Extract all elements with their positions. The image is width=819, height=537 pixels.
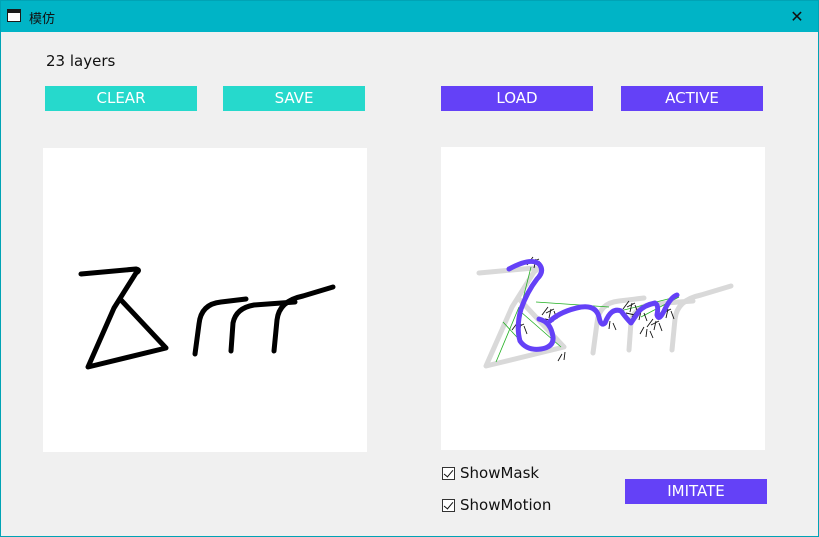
window-title: 模仿	[29, 12, 56, 27]
show-mask-label: ShowMask	[460, 464, 540, 482]
app-window-icon	[7, 9, 21, 22]
load-button[interactable]: LOAD	[441, 86, 593, 111]
imitation-canvas[interactable]	[441, 147, 765, 450]
show-mask-checkbox[interactable]: ShowMask	[442, 464, 539, 482]
title-bar[interactable]: 模仿 ✕	[1, 1, 818, 32]
app-window: 模仿 ✕ 23 layers CLEAR SAVE LOAD ACTIVE Sh…	[0, 0, 819, 537]
checkbox-checked-icon[interactable]	[442, 498, 455, 512]
checkbox-checked-icon[interactable]	[442, 466, 455, 480]
drawing-strokes	[78, 266, 336, 370]
imitate-button[interactable]: IMITATE	[625, 479, 767, 504]
layers-count: 23 layers	[46, 52, 116, 70]
show-motion-checkbox[interactable]: ShowMotion	[442, 496, 551, 514]
show-motion-label: ShowMotion	[460, 496, 552, 514]
stroke-r1	[192, 296, 249, 357]
imitation-strokes	[476, 256, 734, 369]
active-button[interactable]: ACTIVE	[621, 86, 763, 111]
stroke-r2	[228, 299, 298, 354]
drawing-canvas[interactable]	[43, 148, 367, 452]
clear-button[interactable]: CLEAR	[45, 86, 197, 111]
save-button[interactable]: SAVE	[223, 86, 365, 111]
stroke-r3	[271, 284, 336, 354]
stroke-z	[78, 266, 169, 370]
close-icon[interactable]: ✕	[776, 1, 818, 32]
